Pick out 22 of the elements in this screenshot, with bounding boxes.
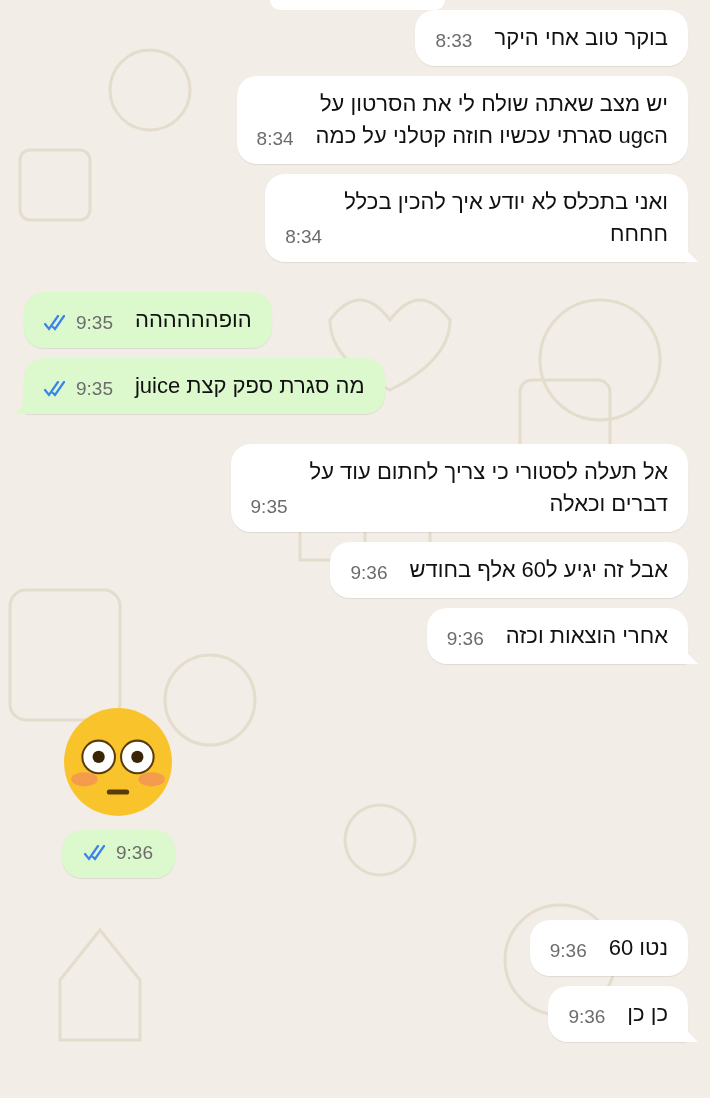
message-text: אל תעלה לסטורי כי צריך לחתום עוד על דברים וכאלה	[309, 458, 668, 518]
message-time: 9:36	[116, 842, 153, 864]
message-time: 8:34	[285, 226, 323, 248]
message-time: 9:36	[549, 940, 587, 962]
message-time: 9:35	[250, 496, 288, 518]
message-text: אחרי הוצאות וכזה	[505, 622, 668, 650]
message-text: בוקר טוב אחי היקר	[494, 24, 668, 52]
message-time: 8:34	[256, 128, 294, 150]
message-text: נטו 60	[608, 934, 668, 962]
message-time: 9:36	[446, 628, 484, 650]
message-time: 9:35	[76, 378, 113, 400]
message-time: 9:36	[350, 562, 388, 584]
message-text: מה סגרת ספק קצת juice	[135, 372, 365, 400]
message-time: 9:35	[76, 312, 113, 334]
message-text: הופהההההה	[135, 306, 252, 334]
flushed-face-icon	[62, 706, 174, 818]
message-time: 8:33	[435, 30, 473, 52]
message-text: אבל זה יגיע ל60 אלף בחודש	[409, 556, 668, 584]
message-time: 9:36	[568, 1006, 606, 1028]
message-text: יש מצב שאתה שולח לי את הסרטון על הugc סגרתי עכשיו חוזה קטלני על כמה	[315, 90, 668, 150]
message-text: כן כן	[627, 1000, 668, 1028]
message-text: ואני בתכלס לא יודע איך להכין בכלל חחחח	[344, 188, 668, 248]
